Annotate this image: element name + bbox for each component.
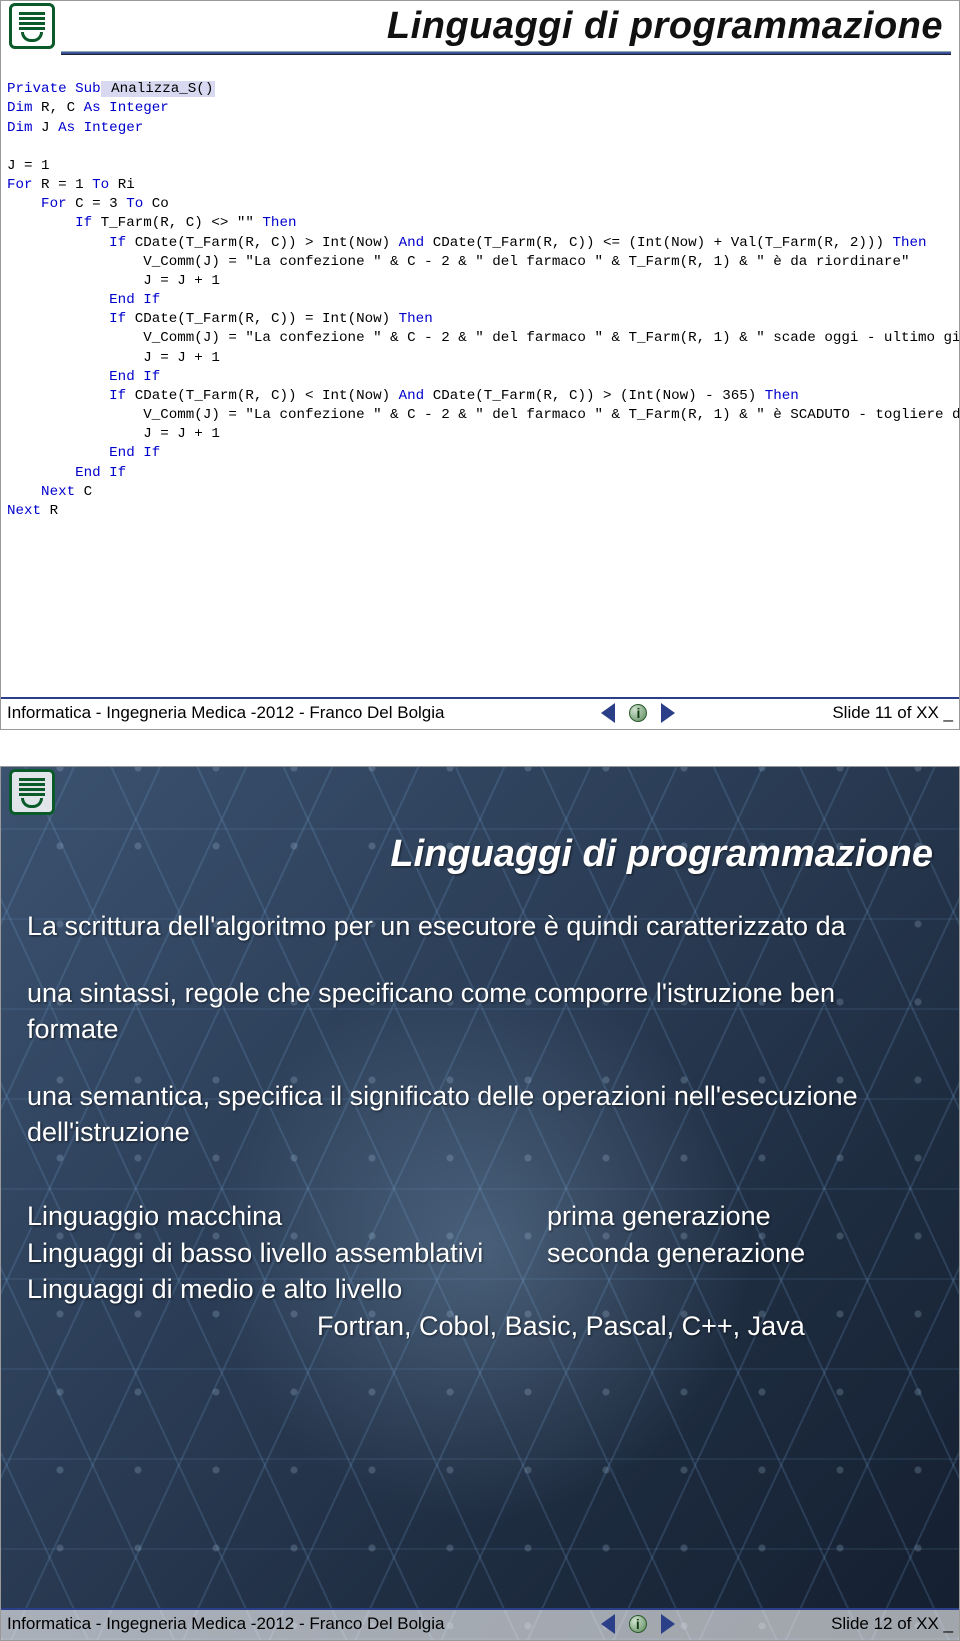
code-text: Ri (109, 177, 135, 193)
code-text: V_Comm(J) = "La confezione " & C - 2 & "… (7, 330, 959, 346)
footer-nav: i (601, 1614, 675, 1634)
code-text: V_Comm(J) = "La confezione " & C - 2 & "… (7, 407, 959, 423)
kw: Then (892, 235, 926, 251)
kw: Private Sub (7, 81, 101, 97)
list-left: Linguaggi di medio e alto livello (27, 1271, 547, 1307)
kw: And (399, 235, 425, 251)
code-text: Co (143, 196, 169, 212)
footer-left: Informatica - Ingegneria Medica -2012 - … (7, 703, 445, 723)
prev-icon[interactable] (601, 703, 615, 723)
next-icon[interactable] (661, 703, 675, 723)
kw: For (7, 177, 33, 193)
list-left: Linguaggio macchina (27, 1198, 547, 1234)
code-text: J = J + 1 (7, 426, 220, 442)
list-row: Linguaggi di medio e alto livello (27, 1271, 933, 1307)
logo-icon (9, 769, 55, 815)
slide-12: Linguaggi di programmazione La scrittura… (0, 766, 960, 1641)
paragraph: La scrittura dell'algoritmo per un esecu… (27, 908, 933, 944)
footer-right: Slide 11 of XX _ (832, 703, 953, 723)
code-text: CDate(T_Farm(R, C)) <= (Int(Now) + Val(T… (424, 235, 892, 251)
code-text: R = 1 (33, 177, 93, 193)
kw: Dim (7, 100, 33, 116)
code-text: V_Comm(J) = "La confezione " & C - 2 & "… (7, 254, 909, 270)
list-sub: Fortran, Cobol, Basic, Pascal, C++, Java (27, 1308, 933, 1344)
slide-footer: Informatica - Ingegneria Medica -2012 - … (1, 697, 959, 729)
kw: And (399, 388, 425, 404)
kw: To (92, 177, 109, 193)
code-text: CDate(T_Farm(R, C)) > (Int(Now) - 365) (424, 388, 765, 404)
code-text: R (41, 503, 58, 519)
footer-nav: i (601, 703, 675, 723)
footer-right: Slide 12 of XX _ (831, 1614, 953, 1634)
logo-icon (9, 3, 55, 49)
kw: As Integer (84, 100, 169, 116)
code-text: Analizza_S() (101, 81, 216, 97)
kw: Next (7, 503, 41, 519)
code-text: J = J + 1 (7, 273, 220, 289)
kw: To (126, 196, 143, 212)
slide-footer: Informatica - Ingegneria Medica -2012 - … (1, 1608, 959, 1640)
kw: If (7, 311, 126, 327)
paragraph: una sintassi, regole che specificano com… (27, 975, 933, 1048)
kw: For (7, 196, 67, 212)
code-text: J (33, 120, 59, 136)
code-text: CDate(T_Farm(R, C)) = Int(Now) (126, 311, 398, 327)
slide-header: Linguaggi di programmazione (1, 1, 959, 49)
kw: If (7, 235, 126, 251)
code-text: C (75, 484, 92, 500)
kw: If (7, 215, 92, 231)
list-right: seconda generazione (547, 1235, 805, 1271)
list-right: prima generazione (547, 1198, 771, 1234)
info-icon[interactable]: i (629, 704, 647, 722)
next-icon[interactable] (661, 1614, 675, 1634)
code-block: Private Sub Analizza_S() Dim R, C As Int… (1, 55, 959, 521)
slide-11: Linguaggi di programmazione Private Sub … (0, 0, 960, 730)
pad (927, 235, 959, 251)
code-text: T_Farm(R, C) <> "" (92, 215, 262, 231)
kw: End If (7, 445, 160, 461)
kw: Then (765, 388, 799, 404)
kw: Next (7, 484, 75, 500)
code-text: C = 3 (67, 196, 127, 212)
slide-body: Linguaggi di programmazione La scrittura… (1, 815, 959, 1344)
slide-header (1, 767, 959, 815)
pad (433, 311, 959, 327)
slide-title: Linguaggi di programmazione (27, 829, 933, 880)
kw: Then (399, 311, 433, 327)
kw: Dim (7, 120, 33, 136)
kw: End If (7, 369, 160, 385)
paragraph: una semantica, specifica il significato … (27, 1078, 933, 1151)
kw: End If (7, 465, 126, 481)
code-text: CDate(T_Farm(R, C)) > Int(Now) (126, 235, 398, 251)
code-text: J = 1 (7, 158, 50, 174)
code-text: R, C (33, 100, 84, 116)
prev-icon[interactable] (601, 1614, 615, 1634)
kw: Then (262, 215, 296, 231)
pad (799, 388, 959, 404)
info-icon[interactable]: i (629, 1615, 647, 1633)
kw: As Integer (58, 120, 143, 136)
kw: End If (7, 292, 160, 308)
list-row: Linguaggi di basso livello assemblativi … (27, 1235, 933, 1271)
list-row: Linguaggio macchina prima generazione (27, 1198, 933, 1234)
list-left: Linguaggi di basso livello assemblativi (27, 1235, 547, 1271)
kw: If (7, 388, 126, 404)
slide-title: Linguaggi di programmazione (67, 5, 951, 48)
code-text: CDate(T_Farm(R, C)) < Int(Now) (126, 388, 398, 404)
footer-left: Informatica - Ingegneria Medica -2012 - … (7, 1614, 445, 1634)
code-text: J = J + 1 (7, 350, 220, 366)
